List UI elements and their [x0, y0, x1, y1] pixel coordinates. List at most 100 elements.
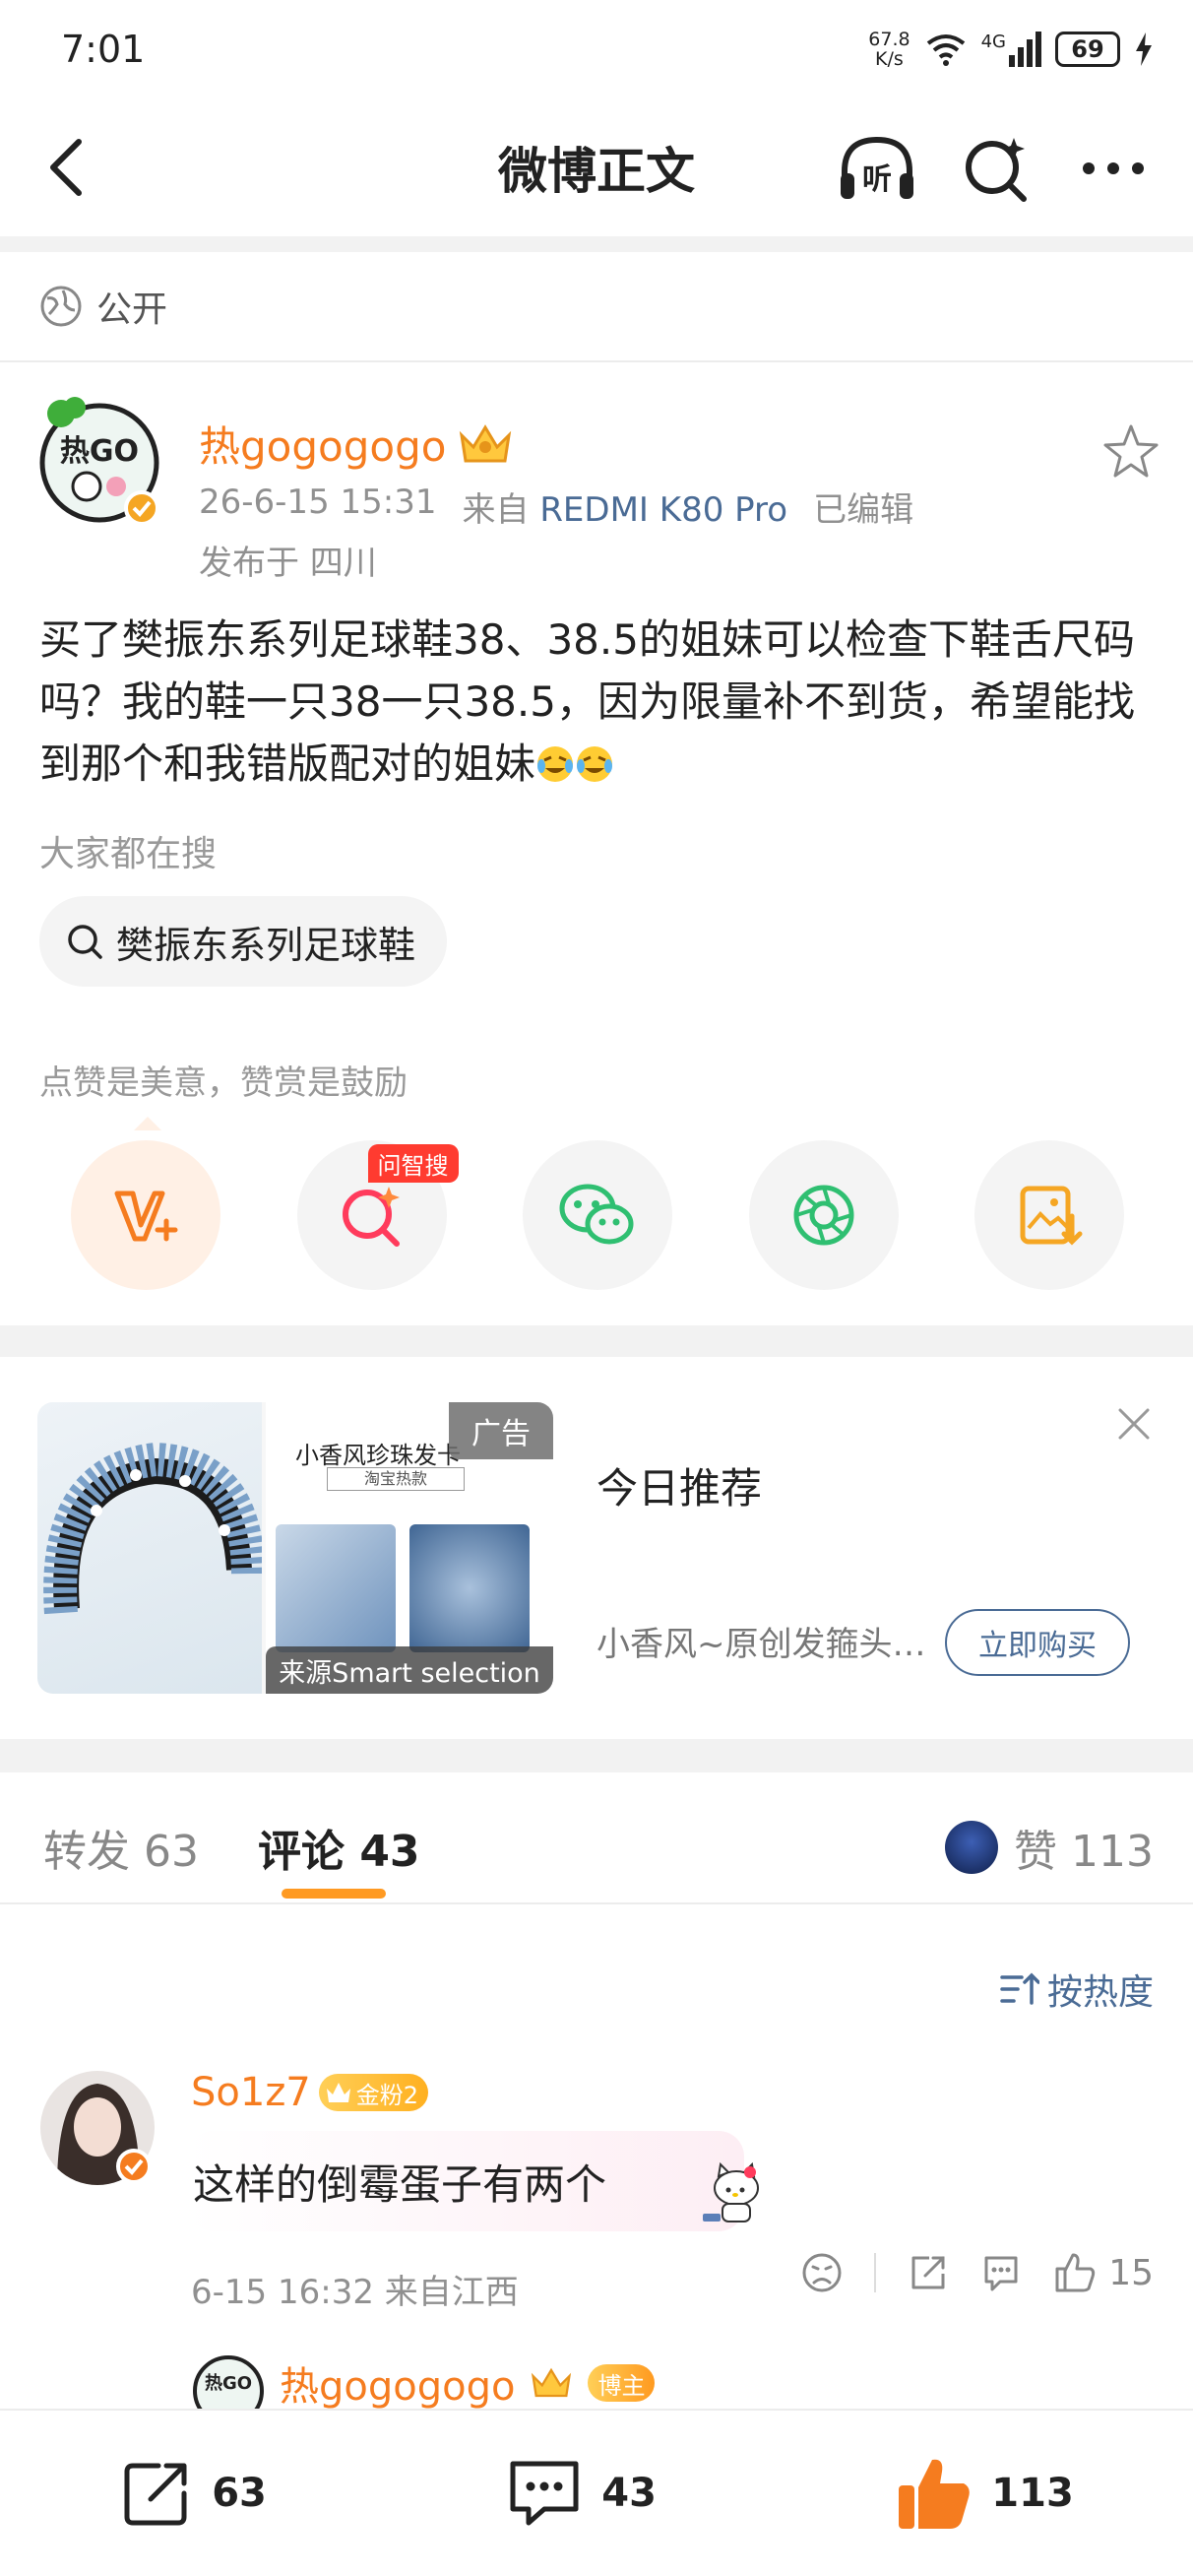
post-source: 来自 REDMI K80 Pro [463, 483, 788, 531]
comment-text: 这样的倒霉蛋子有两个 [193, 2159, 607, 2209]
search-icon [68, 925, 102, 959]
ad-description: 小香风~原创发箍头饰珍珠发卡 [596, 1625, 947, 1664]
ad-label-badge: 广告 [449, 1402, 553, 1459]
nav-bar: 微博正文 听 [0, 98, 1193, 236]
svg-text:热GO: 热GO [205, 2372, 252, 2394]
svg-text:热GO: 热GO [60, 434, 139, 469]
bottom-repost-button[interactable]: 63 [119, 2456, 267, 2531]
ad-thumb-1 [276, 1524, 396, 1652]
nav-actions: 听 [837, 128, 1154, 209]
author-name-row: 热gogogogo [199, 414, 515, 474]
ad-image[interactable]: 小香风珍珠发卡 淘宝热款 广告 来源Smart selection [37, 1402, 553, 1694]
sort-icon [1000, 1972, 1039, 2005]
globe-icon [40, 286, 82, 327]
tab-repost[interactable]: 转发 63 [43, 1816, 199, 1879]
ad-card[interactable]: 小香风珍珠发卡 淘宝热款 广告 来源Smart selection 今日推荐 小… [0, 1357, 1193, 1739]
back-button[interactable] [31, 130, 106, 205]
repost-icon[interactable] [908, 2252, 949, 2293]
thumbs-up-filled-icon [899, 2459, 971, 2529]
ad-source: 来源Smart selection [266, 1646, 553, 1694]
commenter-avatar[interactable] [37, 2068, 157, 2188]
network-type: 4G [980, 32, 1006, 52]
network-speed-unit: K/s [875, 48, 904, 70]
post-action-row: 问智搜 [71, 1140, 1124, 1290]
status-time: 7:01 [61, 28, 146, 71]
wechat-icon [559, 1184, 634, 1245]
ad-image-headline: 小香风珍珠发卡 [295, 1442, 461, 1469]
author-name[interactable]: 热gogogogo [199, 414, 446, 474]
network-speed-value: 67.8 [868, 29, 910, 50]
trending-search-chip[interactable]: 樊振东系列足球鞋 [39, 896, 448, 987]
comment-actions: 15 [801, 2251, 1154, 2294]
close-icon[interactable] [1112, 1402, 1156, 1446]
battery-icon: 69 [1055, 32, 1120, 67]
author-avatar[interactable]: 热GO [39, 392, 159, 528]
laugh-cry-emoji [537, 746, 574, 782]
reward-button[interactable] [71, 1140, 220, 1290]
tab-likes[interactable]: 赞 113 [945, 1816, 1154, 1879]
tab-likes-label: 赞 113 [1014, 1827, 1154, 1877]
headband-image [43, 1442, 265, 1615]
post-device[interactable]: REDMI K80 Pro [539, 490, 787, 530]
crown-vip-icon [460, 423, 512, 462]
charging-icon [1136, 32, 1152, 66]
ai-search-badge: 问智搜 [367, 1144, 459, 1183]
listen-label: 听 [862, 162, 892, 197]
share-moments-button[interactable] [748, 1140, 899, 1290]
ad-buy-button[interactable]: 立即购买 [945, 1609, 1130, 1676]
bottom-like-button[interactable]: 113 [895, 2454, 1074, 2533]
comment-like-count: 15 [1108, 2252, 1154, 2293]
signal-icon: 4G [981, 32, 1041, 67]
listen-button[interactable]: 听 [837, 128, 917, 209]
reward-hint: 点赞是美意，赞赏是鼓励 [39, 1063, 408, 1103]
search-sparkle-icon [966, 138, 1027, 202]
share-wechat-button[interactable] [523, 1140, 672, 1290]
smart-search-button[interactable] [955, 128, 1036, 209]
bottom-comment-button[interactable]: 43 [505, 2456, 657, 2531]
save-image-button[interactable] [974, 1140, 1124, 1290]
reply-avatar[interactable]: 热GO [191, 2353, 266, 2413]
more-button[interactable] [1073, 128, 1154, 209]
status-icons: 67.8 K/s 4G 69 [868, 30, 1154, 69]
comment-like-button[interactable]: 15 [1053, 2251, 1154, 2294]
reply-item: 热GO 热gogogogo 博主 [191, 2353, 656, 2413]
liker-avatar [945, 1821, 999, 1874]
bottom-repost-count: 63 [212, 2471, 267, 2516]
host-badge: 博主 [588, 2364, 656, 2402]
detail-tabs: 转发 63 评论 43 赞 113 [0, 1772, 1193, 1904]
thumbs-up-icon [1055, 2253, 1096, 2292]
trending-search-label: 大家都在搜 [39, 834, 218, 874]
comment-time-location: 6-15 16:32 来自江西 [191, 2273, 519, 2312]
tab-comments[interactable]: 评论 43 [258, 1816, 420, 1879]
comment-bubble-icon[interactable] [980, 2252, 1022, 2293]
more-dots-icon [1083, 162, 1144, 174]
visibility-label: 公开 [96, 290, 168, 330]
battery-level: 69 [1071, 35, 1104, 63]
repost-icon [124, 2463, 187, 2526]
ad-thumb-2 [409, 1524, 530, 1652]
ad-title: 今日推荐 [596, 1464, 763, 1513]
crown-icon [326, 2083, 350, 2102]
favorite-star-icon[interactable] [1100, 421, 1162, 483]
hello-kitty-sticker [703, 2161, 759, 2222]
sort-label: 按热度 [1046, 1972, 1154, 2013]
comment-bubble: 这样的倒霉蛋子有两个 [187, 2131, 759, 2231]
post-time: 26-6-15 15:31 [199, 483, 437, 522]
dislike-face-icon[interactable] [801, 2252, 843, 2293]
sort-by-hot-button[interactable]: 按热度 [1000, 1964, 1154, 2015]
reply-author[interactable]: 热gogogogo [280, 2354, 515, 2412]
fan-level-badge: 金粉2 [318, 2074, 429, 2111]
bottom-like-count: 113 [991, 2471, 1074, 2516]
commenter-name[interactable]: So1z7 [191, 2070, 311, 2115]
ai-search-icon [342, 1187, 400, 1247]
headphones-icon: 听 [841, 136, 913, 199]
section-gap [0, 1739, 1193, 1772]
section-gap [0, 1325, 1193, 1357]
post-edited[interactable]: 已编辑 [813, 483, 913, 531]
post-text: 买了樊振东系列足球鞋38、38.5的姐妹可以检查下鞋舌尺码吗？我的鞋一只38一只… [39, 609, 1162, 795]
wifi-icon [926, 34, 965, 66]
post-location: 发布于 四川 [199, 544, 377, 583]
action-divider [874, 2253, 877, 2292]
ad-image-tag: 淘宝热款 [327, 1467, 465, 1491]
ai-search-button[interactable]: 问智搜 [296, 1140, 459, 1290]
